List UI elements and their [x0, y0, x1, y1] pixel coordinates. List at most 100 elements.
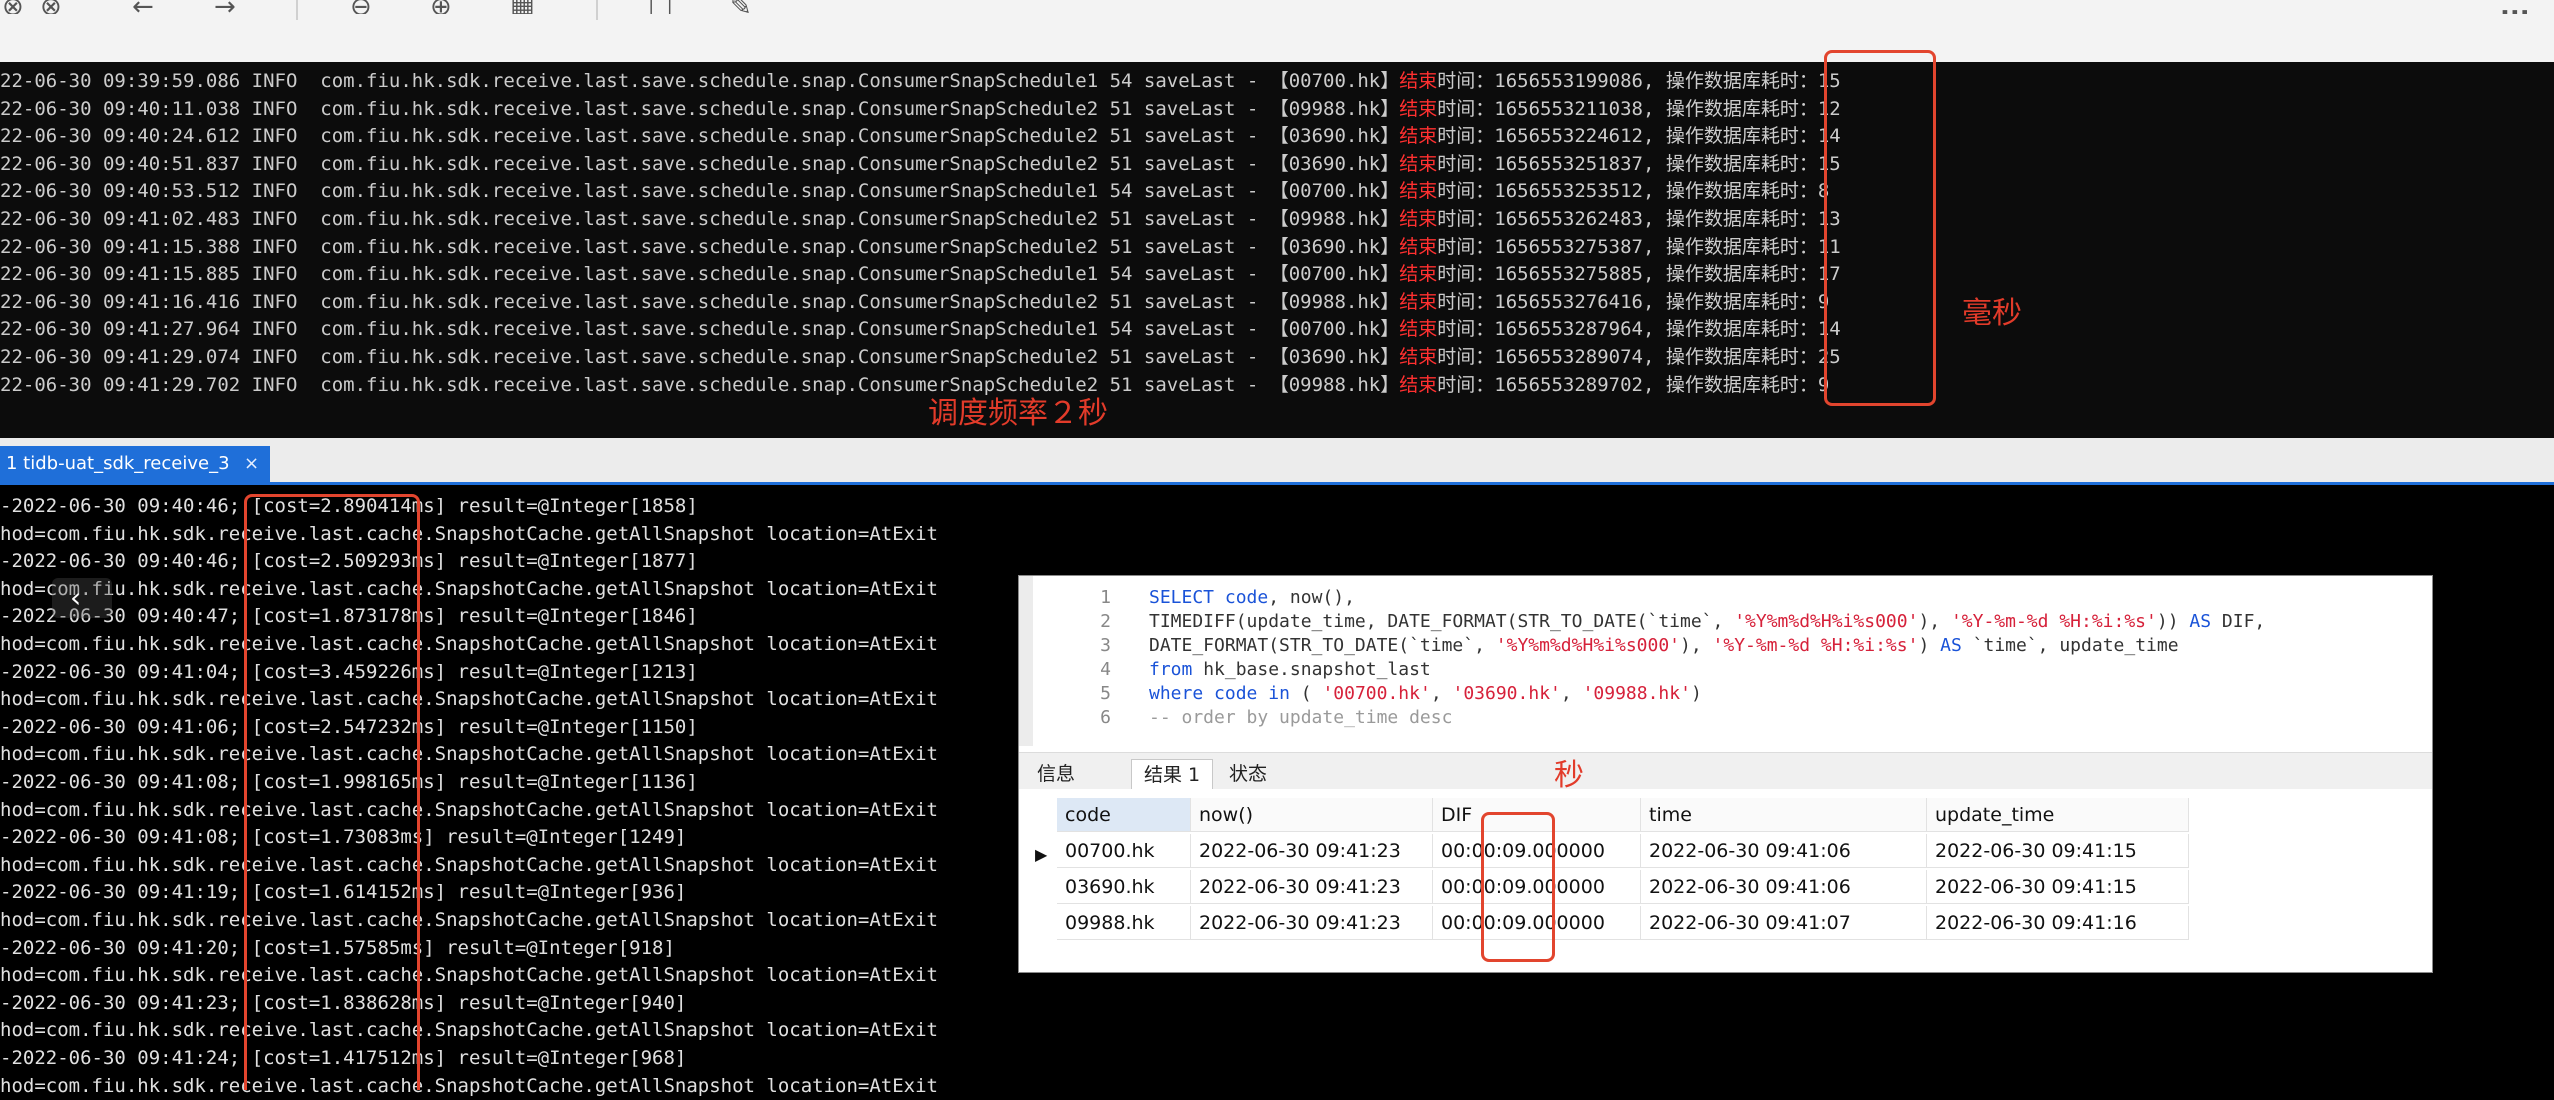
zoom-in-icon[interactable]: ⊕ [430, 0, 452, 14]
sql-token: code [1214, 683, 1258, 704]
line-number: 6 [1100, 707, 1111, 728]
grid-icon[interactable]: ▦ [510, 0, 535, 14]
table-cell[interactable]: 2022-06-30 09:41:23 [1191, 870, 1433, 904]
annotation-ms: 毫秒 [1962, 296, 2022, 331]
table-cell[interactable]: 2022-06-30 09:41:06 [1641, 834, 1927, 868]
sql-line: 4 from hk_base.snapshot_last [1059, 658, 2419, 682]
column-header-update_time[interactable]: update_time [1927, 798, 2189, 832]
back-arrow-icon[interactable]: ← [132, 0, 154, 14]
toolbar-divider [296, 0, 298, 20]
refresh-icon[interactable]: ⊗ [40, 0, 62, 14]
table-cell[interactable]: 09988.hk [1057, 906, 1191, 940]
result-tab[interactable]: 结果 1 [1131, 759, 1214, 789]
window-icon[interactable]: □ [648, 0, 673, 14]
log-end-marker: 结束 [1399, 70, 1438, 92]
sql-token: hk_base.snapshot_last [1192, 659, 1431, 680]
arthas-log-line: hod=com.fiu.hk.sdk.receive.last.cache.Sn… [0, 798, 938, 821]
sql-token: SELECT [1149, 587, 1215, 608]
table-cell[interactable]: 2022-06-30 09:41:15 [1927, 870, 2189, 904]
log-text: 22-06-30 09:40:53.512 INFO com.fiu.hk.sd… [0, 180, 1400, 203]
table-cell[interactable]: 00700.hk [1057, 834, 1191, 868]
sql-token: , now(), [1268, 587, 1355, 608]
cost-highlight-box [244, 494, 420, 1090]
dif-highlight-box [1481, 812, 1555, 962]
table-cell[interactable]: 2022-06-30 09:41:15 [1927, 834, 2189, 868]
viewer-toolbar: ⊗ ⊗ ← → ⊖ ⊕ ▦ □ ✎ ... [0, 0, 2554, 62]
sql-line: 3 DATE_FORMAT(STR_TO_DATE(`time`, '%Y%m%d… [1059, 634, 2419, 658]
log-line: 22-06-30 09:40:11.038 INFO com.fiu.hk.sd… [0, 96, 1841, 122]
log-line: 22-06-30 09:41:02.483 INFO com.fiu.hk.sd… [0, 206, 1841, 232]
log-duration: 时间：1656553275885, 操作数据库耗时：17 [1437, 263, 1841, 286]
table-cell[interactable]: 03690.hk [1057, 870, 1191, 904]
sql-token: in [1268, 683, 1290, 704]
result-tab[interactable]: 状态 [1217, 759, 1279, 789]
arthas-log-line: hod=com.fiu.hk.sdk.receive.last.cache.Sn… [0, 1019, 938, 1042]
table-cell[interactable]: 2022-06-30 09:41:06 [1641, 870, 1927, 904]
log-end-marker: 结束 [1399, 208, 1438, 230]
tab-tidb-uat-sdk-receive-3[interactable]: 1 tidb-uat_sdk_receive_3 × [0, 446, 270, 482]
arthas-log-line: hod=com.fiu.hk.sdk.receive.last.cache.Sn… [0, 964, 938, 987]
navicat-query-window: 1 SELECT code, now(), 2 TIMEDIFF(update_tim… [1018, 575, 2433, 973]
sql-token: DATE_FORMAT(STR_TO_DATE(`time`, [1149, 635, 1496, 656]
sql-editor[interactable]: 1 SELECT code, now(), 2 TIMEDIFF(update_tim… [1019, 576, 2432, 746]
annotation-seconds: 秒 [1554, 758, 1584, 793]
sql-token: '%Y%m%d%H%i%s000' [1734, 611, 1919, 632]
log-text: 22-06-30 09:41:29.074 INFO com.fiu.hk.sd… [0, 346, 1400, 368]
log-text: 22-06-30 09:41:27.964 INFO com.fiu.hk.sd… [0, 318, 1400, 341]
result-tab[interactable]: 信息 [1025, 759, 1087, 789]
log-end-marker: 结束 [1399, 125, 1438, 148]
sql-token: -- order by update_time desc [1149, 707, 1453, 728]
arthas-log-line: hod=com.fiu.hk.sdk.receive.last.cache.Sn… [0, 688, 938, 711]
arthas-log-line: hod=com.fiu.hk.sdk.receive.last.cache.Sn… [0, 743, 938, 766]
log-text: 22-06-30 09:41:02.483 INFO com.fiu.hk.sd… [0, 208, 1400, 230]
sql-token: '%Y-%m-%d %H:%i:%s' [1712, 635, 1919, 656]
table-cell[interactable]: 2022-06-30 09:41:16 [1927, 906, 2189, 940]
log-end-marker: 结束 [1399, 318, 1438, 341]
table-cell[interactable]: 2022-06-30 09:41:07 [1641, 906, 1927, 940]
sql-token: ), [1680, 635, 1713, 656]
schedule-log-console: 22-06-30 09:39:59.086 INFO com.fiu.hk.sd… [0, 62, 2554, 438]
sql-token: TIMEDIFF(update_time, DATE_FORMAT(STR_TO… [1149, 611, 1735, 632]
log-text: 22-06-30 09:41:15.885 INFO com.fiu.hk.sd… [0, 263, 1400, 286]
log-end-marker: 结束 [1399, 263, 1438, 286]
log-text: 22-06-30 09:41:16.416 INFO com.fiu.hk.sd… [0, 290, 1400, 313]
log-line: 22-06-30 09:40:24.612 INFO com.fiu.hk.sd… [0, 123, 1841, 149]
pin-icon[interactable]: ✎ [730, 0, 752, 14]
close-icon[interactable]: ⊗ [2, 0, 24, 14]
log-text: 22-06-30 09:41:29.702 INFO com.fiu.hk.sd… [0, 373, 1400, 396]
forward-arrow-icon[interactable]: → [214, 0, 236, 14]
log-duration: 时间：1656553211038, 操作数据库耗时：12 [1437, 97, 1841, 120]
log-end-marker: 结束 [1399, 373, 1438, 396]
table-cell[interactable]: 2022-06-30 09:41:23 [1191, 834, 1433, 868]
sql-token: AS [2189, 611, 2212, 632]
sql-token: DIF, [2211, 611, 2266, 632]
table-cell[interactable]: 2022-06-30 09:41:23 [1191, 906, 1433, 940]
close-icon[interactable]: × [244, 446, 259, 482]
result-tabs: 信息 结果 1 状态 [1019, 752, 2432, 789]
sql-token: '03690.hk' [1452, 683, 1561, 704]
arthas-log-line: hod=com.fiu.hk.sdk.receive.last.cache.Sn… [0, 522, 938, 545]
line-number: 2 [1100, 611, 1111, 632]
log-end-marker: 结束 [1399, 97, 1438, 120]
sql-token: where [1149, 683, 1204, 704]
line-number: 3 [1100, 635, 1111, 656]
column-header-now[interactable]: now() [1191, 798, 1433, 832]
log-duration: 时间：1656553276416, 操作数据库耗时：9 [1437, 290, 1830, 313]
column-header-time[interactable]: time [1641, 798, 1927, 832]
prev-image-button[interactable]: ‹ [52, 578, 112, 618]
log-line: 22-06-30 09:39:59.086 INFO com.fiu.hk.sd… [0, 68, 1841, 94]
arthas-log-line: hod=com.fiu.hk.sdk.receive.last.cache.Sn… [0, 633, 938, 655]
log-duration: 时间：1656553199086, 操作数据库耗时：15 [1437, 70, 1841, 92]
log-line: 22-06-30 09:41:16.416 INFO com.fiu.hk.sd… [0, 289, 1829, 315]
zoom-out-icon[interactable]: ⊖ [350, 0, 372, 14]
editor-gutter [1019, 576, 1033, 746]
log-line: 22-06-30 09:41:27.964 INFO com.fiu.hk.sd… [0, 316, 1841, 342]
sql-token: ) [1690, 683, 1702, 704]
log-line: 22-06-30 09:41:15.388 INFO com.fiu.hk.sd… [0, 234, 1841, 260]
sql-token: `time`, update_time [1961, 635, 2179, 656]
more-icon[interactable]: ... [2500, 0, 2530, 14]
terminal-tab-bar [0, 438, 2554, 482]
column-header-code[interactable]: code [1057, 798, 1191, 832]
sql-token: '09988.hk' [1582, 683, 1691, 704]
